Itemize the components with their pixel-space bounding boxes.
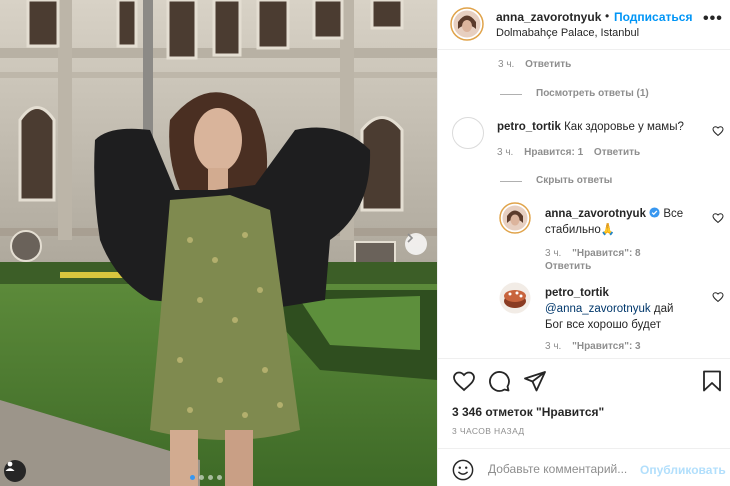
- next-photo-button[interactable]: [405, 233, 427, 255]
- post-side-panel: anna_zavorotnyuk • Подписаться Dolmabahç…: [437, 0, 730, 486]
- likes-count[interactable]: 3 346 отметок "Нравится": [452, 405, 604, 419]
- reply-avatar[interactable]: [499, 202, 531, 234]
- add-comment-bar: Опубликовать: [438, 448, 730, 486]
- post-photo[interactable]: [0, 0, 437, 486]
- post-location[interactable]: Dolmabahçe Palace, Istanbul: [496, 27, 639, 39]
- commenter-avatar[interactable]: [452, 117, 484, 149]
- post-time-ago[interactable]: 3 ЧАСОВ НАЗАД: [452, 426, 525, 436]
- comment-meta: 3 ч. Нравится: 1 Ответить: [497, 147, 640, 158]
- verified-icon: [649, 207, 660, 218]
- divider-line: [500, 94, 522, 95]
- author-avatar[interactable]: [450, 7, 484, 41]
- view-replies-button[interactable]: Посмотреть ответы (1): [536, 88, 649, 99]
- bookmark-icon[interactable]: [700, 369, 724, 393]
- reply-body: petro_tortik @anna_zavorotnyuk дай Бог в…: [545, 285, 695, 333]
- carousel-dot: [217, 475, 222, 480]
- more-options-button[interactable]: •••: [703, 10, 723, 30]
- reply-text: стабильно🙏: [545, 224, 616, 236]
- reply-mention-link[interactable]: @anna_zavorotnyuk: [545, 303, 651, 315]
- reply-meta: 3 ч. "Нравится": 3: [545, 341, 641, 352]
- reply-text: Все: [663, 208, 684, 220]
- reply-username[interactable]: petro_tortik: [545, 287, 609, 299]
- next-arrow-icon: [407, 233, 414, 243]
- photo-illustration: [0, 0, 437, 486]
- tagged-users-button[interactable]: [4, 460, 26, 482]
- emoji-icon[interactable]: [452, 459, 474, 481]
- reply-button[interactable]: Ответить: [545, 261, 591, 272]
- reply-likes[interactable]: "Нравится": 8: [572, 248, 641, 259]
- carousel-dot: [208, 475, 213, 480]
- comment-input[interactable]: [488, 459, 638, 479]
- carousel-dot: [199, 475, 204, 480]
- heart-icon[interactable]: [452, 369, 476, 393]
- comment-text: Как здоровье у мамы?: [564, 121, 684, 133]
- author-username[interactable]: anna_zavorotnyuk: [496, 10, 601, 24]
- follow-button[interactable]: Подписаться: [614, 10, 692, 24]
- comment-icon[interactable]: [487, 369, 511, 393]
- comment-time: 3 ч.: [497, 147, 514, 158]
- heart-icon[interactable]: [712, 291, 724, 303]
- comment-body: petro_tortik Как здоровье у мамы?: [497, 119, 684, 135]
- carousel-indicator: [190, 475, 222, 480]
- header-separator: •: [605, 9, 610, 23]
- reply-body: anna_zavorotnyuk Все стабильно🙏: [545, 206, 695, 238]
- comment-time: 3 ч.: [498, 59, 515, 70]
- comment-username[interactable]: petro_tortik: [497, 121, 561, 133]
- reply-time: 3 ч.: [545, 248, 562, 259]
- comment-meta: 3 ч. Ответить: [498, 59, 571, 70]
- share-icon[interactable]: [523, 369, 547, 393]
- reply-text: Бог все хорошо будет: [545, 319, 661, 331]
- reply-likes[interactable]: "Нравится": 3: [572, 341, 641, 352]
- comment-likes[interactable]: Нравится: 1: [524, 147, 583, 158]
- heart-icon[interactable]: [712, 125, 724, 137]
- hide-replies-button[interactable]: Скрыть ответы: [536, 175, 612, 186]
- post-actions: 3 346 отметок "Нравится" 3 ЧАСОВ НАЗАД: [438, 358, 730, 448]
- reply-meta: 3 ч. "Нравится": 8: [545, 248, 641, 259]
- reply-button[interactable]: Ответить: [594, 147, 640, 158]
- carousel-dot: [190, 475, 195, 480]
- tag-user-icon: [5, 461, 15, 471]
- reply-text: дай: [653, 303, 674, 315]
- reply-button[interactable]: Ответить: [525, 59, 571, 70]
- reply-time: 3 ч.: [545, 341, 562, 352]
- publish-button[interactable]: Опубликовать: [640, 463, 726, 477]
- reply-username[interactable]: anna_zavorotnyuk: [545, 208, 646, 220]
- divider-line: [500, 181, 522, 182]
- comments-list[interactable]: 3 ч. Ответить Посмотреть ответы (1) petr…: [438, 51, 730, 357]
- post-header: anna_zavorotnyuk • Подписаться Dolmabahç…: [438, 0, 730, 50]
- reply-avatar[interactable]: [499, 282, 531, 314]
- heart-icon[interactable]: [712, 212, 724, 224]
